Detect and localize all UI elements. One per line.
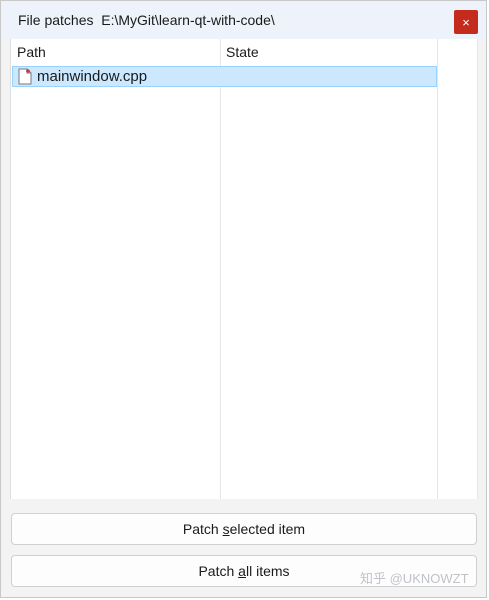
column-divider — [220, 39, 221, 499]
patch-selected-button[interactable]: Patch selected item — [11, 513, 477, 545]
patch-selected-label: Patch selected item — [182, 521, 306, 537]
title-prefix: File patches — [18, 12, 94, 28]
modified-file-icon — [18, 68, 32, 85]
patch-all-label: Patch all items — [198, 563, 290, 579]
close-button[interactable]: × — [454, 10, 478, 34]
watermark: 知乎 @UKNOWZT — [360, 571, 469, 586]
file-list[interactable]: Path State mainwindow.cpp — [10, 39, 478, 499]
file-patches-dialog: File patches E:\MyGit\learn-qt-with-code… — [0, 0, 487, 598]
title-path: E:\MyGit\learn-qt-with-code\ — [101, 12, 275, 28]
column-header-state[interactable]: State — [220, 39, 437, 65]
column-header-path[interactable]: Path — [11, 39, 220, 65]
file-path: mainwindow.cpp — [37, 68, 148, 85]
close-icon: × — [462, 14, 470, 30]
window-title: File patches E:\MyGit\learn-qt-with-code… — [18, 12, 275, 28]
list-item[interactable]: mainwindow.cpp — [12, 66, 437, 87]
file-state — [221, 67, 437, 86]
list-header: Path State — [11, 39, 477, 65]
column-divider — [437, 39, 438, 499]
title-bar: File patches E:\MyGit\learn-qt-with-code… — [1, 1, 486, 39]
